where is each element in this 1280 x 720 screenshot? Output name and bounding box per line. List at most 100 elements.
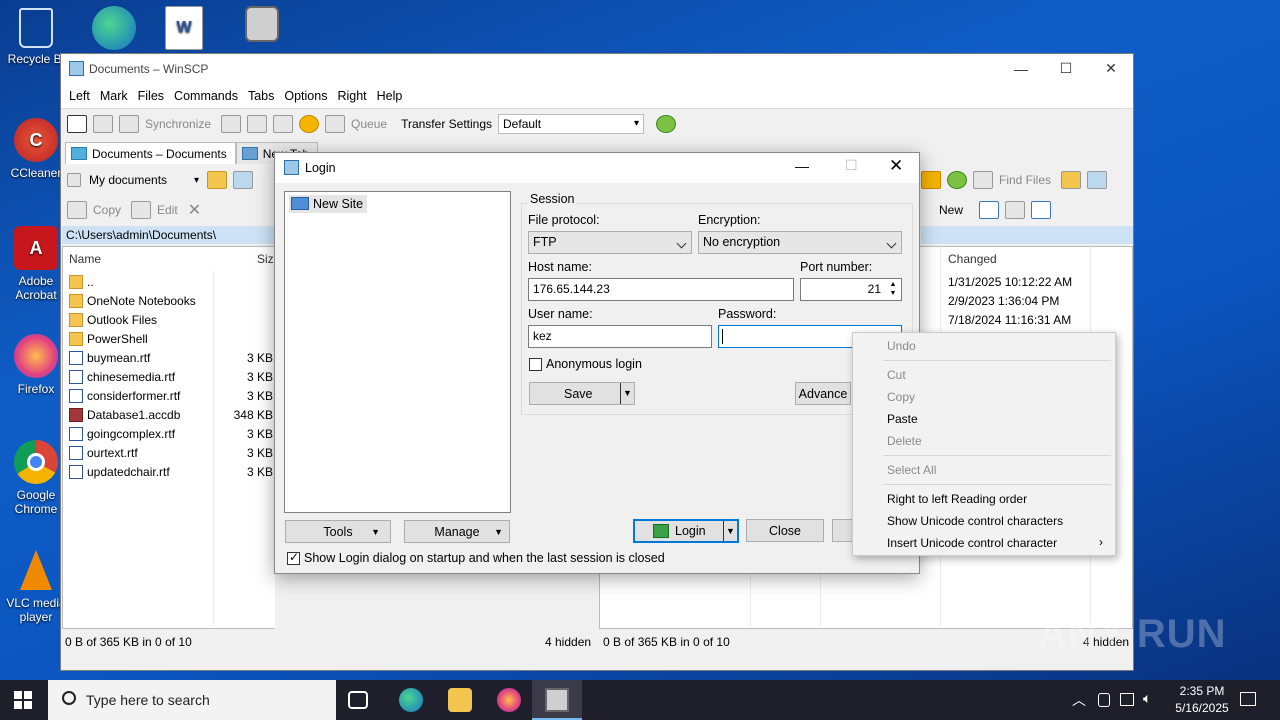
copy-icon[interactable] xyxy=(67,201,87,219)
user-name-input[interactable]: kez xyxy=(528,325,712,348)
copy-button[interactable]: Copy xyxy=(93,203,121,217)
task-view-icon[interactable] xyxy=(348,691,368,709)
edit-button[interactable]: Edit xyxy=(157,203,178,217)
port-spinner-icon[interactable]: ▲ ▼ xyxy=(886,280,900,299)
edge-taskbar-icon[interactable] xyxy=(399,688,423,712)
firefox-taskbar-icon[interactable] xyxy=(497,688,521,712)
file-explorer-icon[interactable] xyxy=(448,688,472,712)
changed-column-header[interactable]: Changed xyxy=(948,249,997,269)
edit-icon[interactable] xyxy=(131,201,152,219)
file-row[interactable]: goingcomplex.rtf 3 KB xyxy=(69,424,273,443)
menu-help[interactable]: Help xyxy=(377,89,403,103)
transfer-settings-select[interactable]: Default xyxy=(498,113,645,134)
menu-item-undo[interactable]: Undo xyxy=(887,339,916,353)
word-shortcut[interactable]: W xyxy=(148,6,220,54)
menu-item-cut[interactable]: Cut xyxy=(887,368,906,382)
synchronize-button[interactable]: Synchronize xyxy=(145,117,211,131)
winscp-shortcut[interactable] xyxy=(226,6,298,46)
file-row[interactable]: OneNote Notebooks xyxy=(69,291,273,310)
preferences-gear-icon[interactable] xyxy=(299,114,320,133)
menu-right[interactable]: Right xyxy=(337,89,366,103)
security-tray-icon[interactable] xyxy=(1098,693,1110,707)
compare-directories-icon[interactable] xyxy=(67,114,87,133)
taskbar-date[interactable]: 5/16/2025 xyxy=(1166,701,1238,715)
file-row[interactable]: updatedchair.rtf 3 KB xyxy=(69,462,273,481)
synchronize-icon[interactable] xyxy=(119,114,139,133)
menu-left[interactable]: Left xyxy=(69,89,90,103)
save-button[interactable]: Save ▼ xyxy=(529,382,635,405)
left-location-select[interactable]: My documents xyxy=(85,170,203,190)
anonymous-login-checkbox[interactable]: Anonymous login xyxy=(529,357,642,372)
notifications-icon[interactable] xyxy=(1240,692,1256,706)
refresh-icon[interactable] xyxy=(273,114,294,133)
manage-button[interactable]: Manage ▼ xyxy=(404,520,510,543)
encryption-select[interactable]: No encryption xyxy=(698,231,902,254)
file-row[interactable]: Database1.accdb 348 KB xyxy=(69,405,273,424)
file-row[interactable]: chinesemedia.rtf 3 KB xyxy=(69,367,273,386)
home-icon[interactable] xyxy=(921,171,941,189)
edge-shortcut[interactable] xyxy=(78,6,150,54)
save-dropdown-arrow-icon[interactable]: ▼ xyxy=(620,383,634,404)
delete-icon[interactable]: ✕ xyxy=(188,200,201,220)
putty-icon[interactable] xyxy=(247,114,268,133)
close-window-button[interactable]: ✕ xyxy=(1088,54,1134,83)
login-close-x-button[interactable]: ✕ xyxy=(889,156,903,176)
refresh-green-icon[interactable] xyxy=(947,171,967,189)
login-minimize-button[interactable]: — xyxy=(795,158,809,174)
reconnect-icon[interactable] xyxy=(656,114,677,133)
menu-item-paste[interactable]: Paste xyxy=(887,412,918,426)
queue-button[interactable]: Queue xyxy=(351,117,387,131)
maximize-button[interactable]: ☐ xyxy=(1043,54,1089,83)
left-path-bar[interactable]: C:\Users\admin\Documents\ xyxy=(62,226,275,244)
show-login-dialog-checkbox[interactable]: Show Login dialog on startup and when th… xyxy=(287,550,665,566)
menu-item-rtl-reading-order[interactable]: Right to left Reading order xyxy=(887,492,1027,506)
menu-item-insert-unicode-control[interactable]: Insert Unicode control character xyxy=(887,536,1057,550)
file-protocol-select[interactable]: FTP xyxy=(528,231,692,254)
remove-icon[interactable] xyxy=(1005,201,1026,219)
file-row[interactable]: buymean.rtf 3 KB xyxy=(69,348,273,367)
show-hidden-icons-chevron-icon[interactable]: ︿ xyxy=(1072,690,1086,710)
file-row[interactable]: Outlook Files xyxy=(69,310,273,329)
menu-tabs[interactable]: Tabs xyxy=(248,89,274,103)
close-button[interactable]: Close xyxy=(746,519,824,542)
menu-item-delete[interactable]: Delete xyxy=(887,434,922,448)
site-tree-item-new-site[interactable]: New Site xyxy=(289,195,368,213)
tab-documents[interactable]: Documents – Documents xyxy=(65,142,236,164)
tree-view-icon[interactable] xyxy=(1061,171,1082,189)
add-icon[interactable] xyxy=(979,201,1000,219)
taskbar-search-box[interactable]: Type here to search xyxy=(48,680,336,720)
console-icon[interactable] xyxy=(221,114,242,133)
menu-mark[interactable]: Mark xyxy=(100,89,128,103)
new-button[interactable]: New xyxy=(939,203,963,217)
tools-button[interactable]: Tools ▼ xyxy=(285,520,391,543)
login-dropdown-arrow-icon[interactable]: ▼ xyxy=(723,521,737,541)
name-column-header[interactable]: Name xyxy=(69,249,101,269)
login-button[interactable]: Login ▼ xyxy=(633,519,739,543)
menu-options[interactable]: Options xyxy=(284,89,327,103)
volume-tray-icon[interactable]: 🔈︎ xyxy=(1143,690,1151,707)
advanced-button[interactable]: Advance xyxy=(795,382,851,405)
menu-item-show-unicode-control[interactable]: Show Unicode control characters xyxy=(887,514,1063,528)
filter-icon[interactable] xyxy=(233,171,253,189)
find-files-button[interactable]: Find Files xyxy=(999,173,1051,187)
menu-item-copy[interactable]: Copy xyxy=(887,390,915,404)
host-name-input[interactable]: 176.65.144.23 xyxy=(528,278,794,301)
menu-commands[interactable]: Commands xyxy=(174,89,238,103)
menu-item-select-all[interactable]: Select All xyxy=(887,463,936,477)
taskbar-time[interactable]: 2:35 PM xyxy=(1172,684,1232,698)
mark-filter-icon[interactable] xyxy=(1031,201,1052,219)
open-folder-icon[interactable] xyxy=(207,171,227,189)
queue-icon[interactable] xyxy=(325,114,346,133)
right-path-bar[interactable] xyxy=(921,226,1133,244)
menu-files[interactable]: Files xyxy=(138,89,164,103)
find-files-icon[interactable] xyxy=(973,171,993,189)
file-row[interactable]: PowerShell xyxy=(69,329,273,348)
file-row[interactable]: considerformer.rtf 3 KB xyxy=(69,386,273,405)
file-row[interactable]: ourtext.rtf 3 KB xyxy=(69,443,273,462)
view-options-icon[interactable] xyxy=(1087,171,1108,189)
synchronize-browsing-icon[interactable] xyxy=(93,114,113,133)
file-row[interactable]: .. xyxy=(69,272,273,291)
network-tray-icon[interactable] xyxy=(1120,693,1134,706)
minimize-button[interactable]: — xyxy=(998,54,1044,83)
start-windows-icon[interactable] xyxy=(14,691,32,709)
